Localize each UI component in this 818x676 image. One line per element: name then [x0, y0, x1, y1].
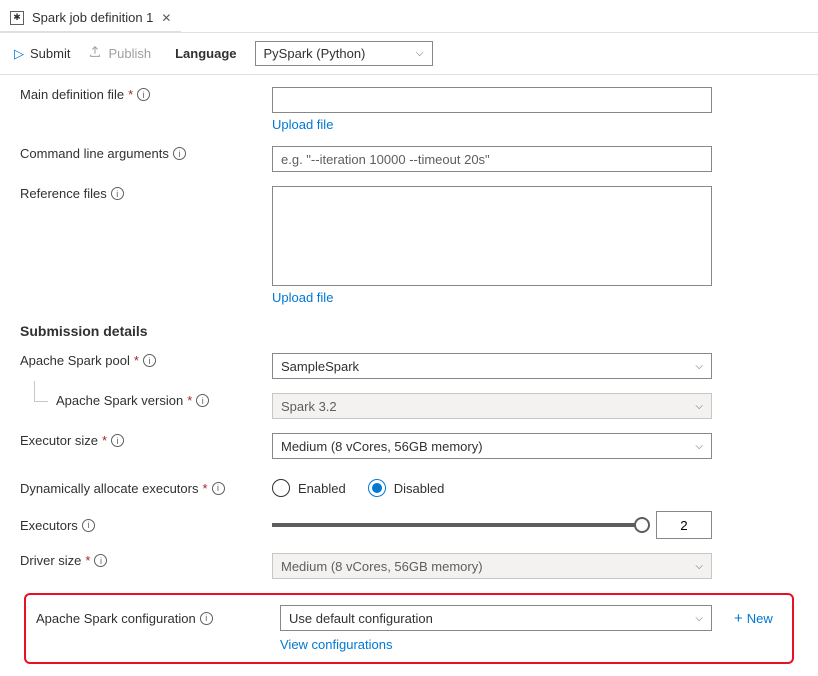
pool-value: SampleSpark [281, 359, 359, 374]
info-icon[interactable]: i [111, 434, 124, 447]
driver-size-value: Medium (8 vCores, 56GB memory) [281, 559, 483, 574]
upload-icon [88, 45, 102, 62]
executors-value-input[interactable] [656, 511, 712, 539]
spark-config-highlight: Apache Spark configuration i Use default… [24, 593, 794, 664]
exec-size-select[interactable]: Medium (8 vCores, 56GB memory) ⌵ [272, 433, 712, 459]
disabled-label: Disabled [394, 481, 445, 496]
radio-icon-checked [368, 479, 386, 497]
main-def-file-label: Main definition file [20, 87, 124, 102]
required-mark: * [128, 87, 133, 102]
info-icon[interactable]: i [200, 612, 213, 625]
dyn-alloc-label: Dynamically allocate executors [20, 481, 198, 496]
spark-config-label: Apache Spark configuration [36, 611, 196, 626]
new-label: New [747, 611, 773, 626]
spark-job-icon: ✱ [10, 11, 24, 25]
chevron-down-icon: ⌵ [695, 361, 703, 372]
info-icon[interactable]: i [173, 147, 186, 160]
chevron-down-icon: ⌵ [695, 561, 703, 572]
info-icon[interactable]: i [94, 554, 107, 567]
chevron-down-icon: ⌵ [416, 48, 424, 59]
version-select: Spark 3.2 ⌵ [272, 393, 712, 419]
ref-files-label: Reference files [20, 186, 107, 201]
required-mark: * [85, 553, 90, 568]
view-configs-link[interactable]: View configurations [280, 637, 393, 652]
version-value: Spark 3.2 [281, 399, 337, 414]
info-icon[interactable]: i [82, 519, 95, 532]
chevron-down-icon: ⌵ [695, 613, 703, 624]
version-label: Apache Spark version [56, 393, 183, 408]
submission-details-title: Submission details [20, 323, 798, 339]
close-icon[interactable]: ✕ [161, 11, 171, 25]
executors-slider[interactable] [272, 523, 642, 527]
tab-title: Spark job definition 1 [32, 10, 153, 25]
submit-label: Submit [30, 46, 70, 61]
chevron-down-icon: ⌵ [695, 441, 703, 452]
pool-label: Apache Spark pool [20, 353, 130, 368]
tab-spark-job[interactable]: ✱ Spark job definition 1 ✕ [0, 4, 181, 32]
cmd-args-input[interactable] [272, 146, 712, 172]
radio-icon [272, 479, 290, 497]
exec-size-label: Executor size [20, 433, 98, 448]
chevron-down-icon: ⌵ [695, 401, 703, 412]
info-icon[interactable]: i [212, 482, 225, 495]
radio-disabled[interactable]: Disabled [368, 479, 445, 497]
enabled-label: Enabled [298, 481, 346, 496]
language-label: Language [175, 46, 236, 61]
driver-size-select: Medium (8 vCores, 56GB memory) ⌵ [272, 553, 712, 579]
ref-files-input[interactable] [272, 186, 712, 286]
info-icon[interactable]: i [111, 187, 124, 200]
publish-button: Publish [88, 45, 151, 62]
language-value: PySpark (Python) [264, 46, 366, 61]
driver-size-label: Driver size [20, 553, 81, 568]
play-icon: ▷ [14, 46, 24, 62]
plus-icon: + [734, 610, 743, 627]
publish-label: Publish [108, 46, 151, 61]
required-mark: * [202, 481, 207, 496]
required-mark: * [187, 393, 192, 408]
language-select[interactable]: PySpark (Python) ⌵ [255, 41, 433, 66]
pool-select[interactable]: SampleSpark ⌵ [272, 353, 712, 379]
info-icon[interactable]: i [137, 88, 150, 101]
required-mark: * [102, 433, 107, 448]
upload-file-link-2[interactable]: Upload file [272, 290, 333, 305]
cmd-args-label: Command line arguments [20, 146, 169, 161]
executors-label: Executors [20, 518, 78, 533]
info-icon[interactable]: i [143, 354, 156, 367]
spark-config-value: Use default configuration [289, 611, 433, 626]
submit-button[interactable]: ▷ Submit [14, 46, 70, 62]
new-config-button[interactable]: + New [734, 610, 773, 627]
info-icon[interactable]: i [196, 394, 209, 407]
main-def-file-input[interactable] [272, 87, 712, 113]
required-mark: * [134, 353, 139, 368]
spark-config-select[interactable]: Use default configuration ⌵ [280, 605, 712, 631]
upload-file-link[interactable]: Upload file [272, 117, 333, 132]
exec-size-value: Medium (8 vCores, 56GB memory) [281, 439, 483, 454]
slider-thumb[interactable] [634, 517, 650, 533]
radio-enabled[interactable]: Enabled [272, 479, 346, 497]
